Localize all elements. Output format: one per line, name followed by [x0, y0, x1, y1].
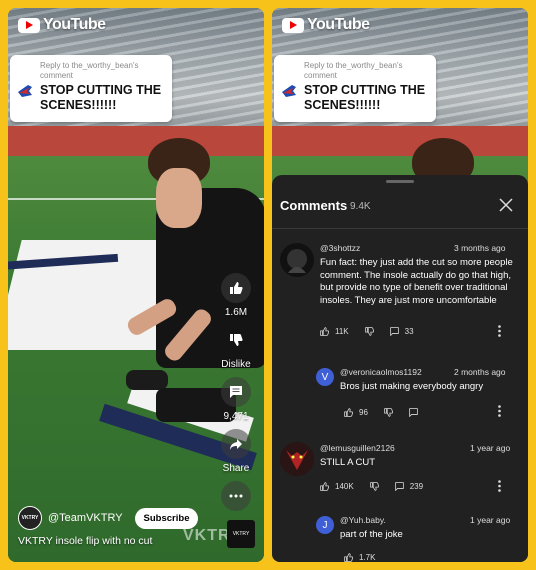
like-count: 96 [359, 408, 368, 417]
video-player-right[interactable]: YouTube Reply to the_worthy_bean's comme… [272, 8, 528, 562]
comments-count: 9.4K [350, 201, 371, 212]
channel-avatar[interactable]: VKTRY [18, 506, 42, 530]
thumbs-up-icon[interactable] [320, 482, 329, 491]
reply-text: STOP CUTTING THE SCENES!!!!!! [304, 83, 426, 112]
user-avatar[interactable] [280, 442, 314, 476]
share-button[interactable]: Share [210, 429, 262, 481]
thumbs-up-icon[interactable] [344, 408, 353, 417]
vktry-watermark: VKTR [183, 527, 231, 544]
more-vertical-icon[interactable] [498, 405, 501, 417]
thumbs-up-icon[interactable] [320, 327, 329, 336]
thumbs-down-icon[interactable] [384, 408, 393, 417]
thumbs-down-icon [230, 334, 243, 346]
reply-count: 33 [404, 327, 414, 336]
share-label: Share [222, 463, 250, 474]
like-count: 1.7K [359, 553, 376, 562]
reply-icon[interactable] [409, 408, 418, 417]
comment-actions: 140K 239 [320, 482, 423, 491]
reply-card: Reply to the_worthy_bean's comment STOP … [274, 55, 436, 122]
comment-text: Bros just making everybody angry [340, 381, 484, 392]
action-rail: 1.6M Dislike 9,471 Share [210, 273, 262, 533]
thumbs-up-icon[interactable] [344, 553, 353, 562]
stadium-wall [272, 126, 528, 156]
like-count: 1.6M [224, 307, 248, 318]
logo-text: YouTube [43, 16, 106, 33]
bills-logo-icon [282, 85, 296, 97]
comment-username[interactable]: @lemusguillen2126 [320, 443, 395, 453]
like-count: 11K [335, 327, 349, 336]
more-vertical-icon[interactable] [498, 325, 501, 337]
comment-time: 1 year ago [470, 515, 511, 525]
comment-text: STILL A CUT [320, 457, 376, 468]
divider [272, 228, 528, 229]
comment-count: 9,471 [223, 411, 249, 422]
video-title: VKTRY insole flip with no cut [18, 535, 153, 547]
youtube-logo: YouTube [282, 16, 370, 34]
subscribe-button[interactable]: Subscribe [134, 507, 199, 529]
comments-button[interactable]: 9,471 [210, 377, 262, 429]
user-avatar[interactable] [280, 243, 314, 277]
logo-text: YouTube [307, 16, 370, 33]
comments-title: Comments [280, 198, 348, 213]
reply-icon[interactable] [389, 327, 399, 336]
dislike-label: Dislike [221, 359, 251, 370]
more-vertical-icon[interactable] [498, 480, 501, 492]
thumbs-up-icon [230, 282, 243, 294]
comments-sheet: Comments 9.4K @3shottzz 3 months ago Fun… [272, 175, 528, 562]
shoe [126, 370, 168, 390]
channel-name[interactable]: @TeamVKTRY [48, 512, 123, 524]
close-icon[interactable] [498, 197, 514, 213]
sound-thumbnail[interactable]: VKTRY [227, 520, 255, 548]
drag-handle[interactable] [386, 180, 414, 183]
comment-icon [230, 386, 242, 398]
reply-icon[interactable] [394, 482, 404, 491]
reply-meta: Reply to the_worthy_bean's comment [304, 61, 403, 80]
dislike-button[interactable]: Dislike [210, 325, 262, 377]
comment-text: part of the joke [340, 529, 403, 540]
comment-username[interactable]: @3shottzz [320, 243, 360, 253]
user-avatar[interactable]: J [316, 516, 334, 534]
comment-time: 2 months ago [454, 367, 506, 377]
comment-time: 3 months ago [454, 243, 506, 253]
share-icon [230, 439, 242, 450]
user-avatar[interactable]: V [316, 368, 334, 386]
reply-text: STOP CUTTING THE SCENES!!!!!! [40, 83, 162, 112]
video-player-left[interactable]: YouTube Reply to the_worthy_bean's comme… [8, 8, 264, 562]
more-horizontal-icon [229, 494, 243, 498]
thumbs-down-icon[interactable] [364, 327, 374, 336]
reply-meta: Reply to the_worthy_bean's comment [40, 61, 139, 80]
play-logo-icon [18, 17, 40, 33]
play-logo-icon [282, 17, 304, 33]
like-count: 140K [335, 482, 354, 491]
comment-actions: 96 [344, 408, 418, 417]
bills-logo-icon [18, 85, 32, 97]
avatar-image [287, 249, 307, 273]
person-face [156, 168, 202, 228]
stadium-wall [8, 126, 264, 156]
comment-actions: 11K 33 [320, 327, 414, 336]
comment-actions: 1.7K [344, 553, 375, 562]
comment-username[interactable]: @veronicaolmos1192 [340, 367, 422, 377]
like-button[interactable]: 1.6M [210, 273, 262, 325]
comment-username[interactable]: @Yuh.baby. [340, 515, 386, 525]
comment-time: 1 year ago [470, 443, 511, 453]
comment-text: Fun fact: they just add the cut so more … [320, 257, 513, 306]
avatar-image [286, 450, 308, 470]
reply-count: 239 [409, 482, 424, 491]
thumbs-down-icon[interactable] [369, 482, 379, 491]
channel-row: VKTRY @TeamVKTRY Subscribe [18, 506, 199, 530]
reply-card: Reply to the_worthy_bean's comment STOP … [10, 55, 172, 122]
youtube-logo: YouTube [18, 16, 106, 34]
